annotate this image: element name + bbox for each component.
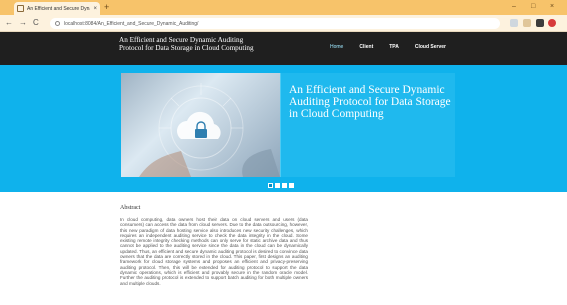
browser-toolbar: ← → C localhost:8084/An_Efficient_and_Se… (0, 15, 567, 32)
site-info-icon[interactable] (55, 21, 60, 26)
abstract-heading: Abstract (120, 205, 141, 211)
page-favicon-icon (17, 5, 24, 12)
browser-tab[interactable]: An Efficient and Secure Dynami... × (14, 2, 100, 15)
extensions-icon[interactable] (536, 19, 544, 27)
back-button[interactable]: ← (5, 18, 13, 28)
slide-dot-2[interactable] (275, 183, 280, 188)
cloud-security-image (121, 73, 280, 177)
reload-button[interactable]: C (33, 18, 39, 28)
nav-client[interactable]: Client (359, 44, 373, 50)
hero-slider: An Efficient and Secure Dynamic Auditing… (0, 65, 567, 192)
url-text: localhost:8084/An_Efficient_and_Secure_D… (64, 20, 199, 27)
slider-pagination (268, 183, 294, 188)
new-tab-button[interactable]: + (104, 2, 109, 12)
main-nav: Home Client TPA Cloud Server (330, 44, 446, 50)
abstract-text: In cloud computing, data owners host the… (120, 217, 308, 286)
tab-close-icon[interactable]: × (93, 6, 97, 12)
hero-caption-panel: An Efficient and Secure Dynamic Auditing… (280, 73, 455, 177)
profile-avatar[interactable] (548, 19, 556, 27)
nav-cloud-server[interactable]: Cloud Server (415, 44, 446, 50)
share-icon[interactable] (510, 19, 518, 27)
slide-dot-4[interactable] (289, 183, 294, 188)
browser-tab-bar: An Efficient and Secure Dynami... × + – … (0, 0, 567, 15)
cloud-lock-illustration (139, 83, 280, 177)
slide-dot-3[interactable] (282, 183, 287, 188)
address-bar[interactable]: localhost:8084/An_Efficient_and_Secure_D… (50, 18, 500, 29)
maximize-button[interactable]: □ (531, 2, 535, 12)
site-brand-title[interactable]: An Efficient and Secure Dynamic Auditing… (119, 36, 259, 53)
nav-tpa[interactable]: TPA (389, 44, 399, 50)
tab-title: An Efficient and Secure Dynami... (27, 5, 90, 12)
close-window-button[interactable]: × (550, 2, 554, 12)
bookmark-icon[interactable] (523, 19, 531, 27)
minimize-button[interactable]: – (512, 2, 516, 12)
slide-dot-1[interactable] (268, 183, 273, 188)
site-header: An Efficient and Secure Dynamic Auditing… (0, 32, 567, 65)
hero-title: An Efficient and Secure Dynamic Auditing… (289, 84, 451, 120)
nav-home[interactable]: Home (330, 44, 343, 50)
forward-button[interactable]: → (19, 18, 27, 28)
